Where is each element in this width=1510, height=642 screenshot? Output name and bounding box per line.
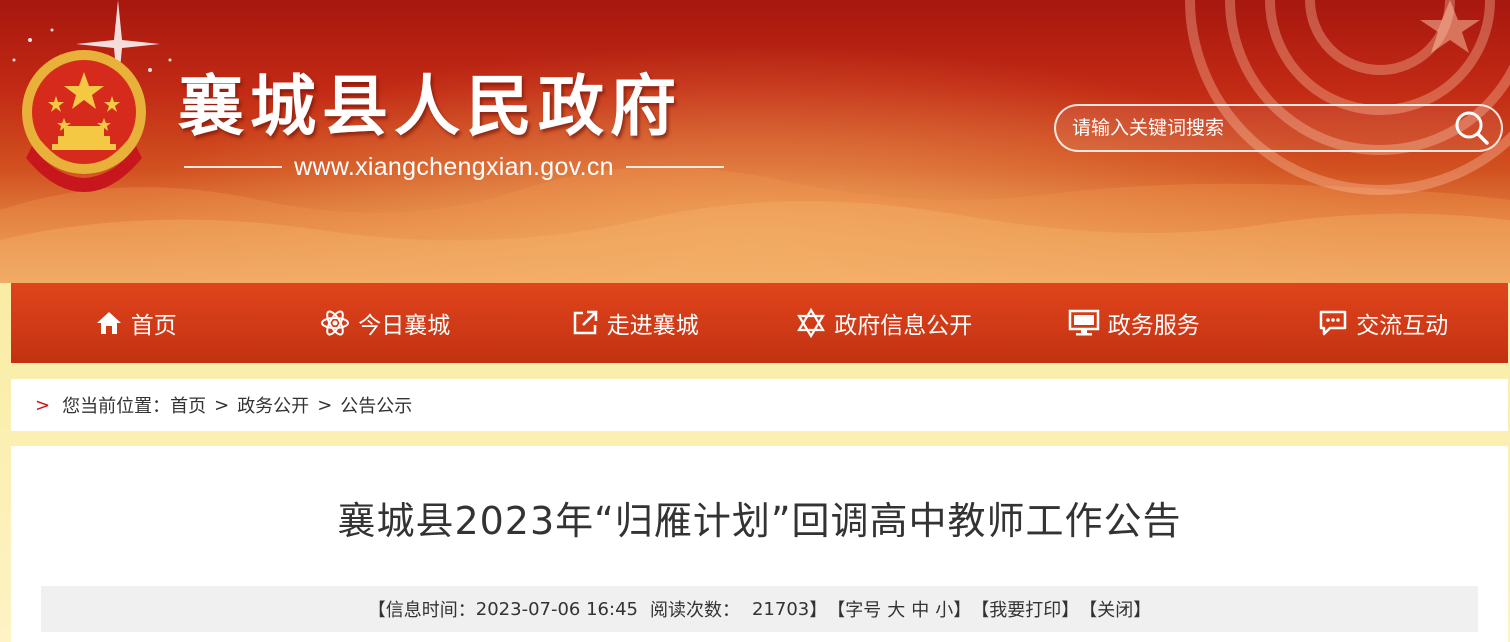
home-icon	[96, 312, 121, 334]
external-link-icon	[573, 310, 597, 335]
search-button[interactable]	[1443, 106, 1501, 150]
atom-icon	[321, 310, 350, 336]
font-size-large-button[interactable]: 大	[887, 596, 905, 622]
nav-label: 走进襄城	[606, 313, 699, 339]
close-button[interactable]: 【关闭】	[1079, 596, 1151, 622]
url-divider-right	[625, 166, 725, 168]
breadcrumb-home-link[interactable]: 首页	[170, 392, 206, 418]
chat-icon	[1320, 310, 1347, 336]
meta-views-label: 阅读次数：	[649, 600, 740, 621]
article-panel: 襄城县2023年“归雁计划”回调高中教师工作公告 【信息时间： 2023-07-…	[11, 446, 1508, 642]
nav-label: 今日襄城	[358, 313, 451, 339]
breadcrumb-separator: >	[214, 394, 230, 416]
meta-time-label: 【信息时间：	[367, 600, 476, 621]
nav-item-today[interactable]: 今日襄城	[261, 283, 511, 363]
font-size-small-button[interactable]: 小	[935, 596, 953, 622]
nav-label: 交流互动	[1356, 313, 1449, 339]
breadcrumb: > 您当前位置： 首页 > 政务公开 > 公告公示	[11, 379, 1508, 431]
nav-item-services[interactable]: 政务服务	[1009, 283, 1259, 363]
nav-item-about[interactable]: 走进襄城	[510, 283, 760, 363]
nav-label: 政务服务	[1107, 313, 1200, 339]
font-size-close: 】	[953, 600, 972, 621]
meta-time-value: 2023-07-06 16:45	[475, 598, 638, 620]
search-input[interactable]	[1056, 106, 1443, 150]
breadcrumb-arrow-icon: >	[35, 394, 51, 416]
monitor-icon	[1068, 309, 1099, 336]
url-divider-left	[184, 166, 283, 168]
meta-views-close: 】	[809, 600, 828, 621]
search-box	[1054, 104, 1503, 152]
site-title: 襄城县人民政府	[178, 67, 682, 145]
search-icon	[1455, 111, 1489, 145]
site-url: www.xiangchengxian.gov.cn	[294, 152, 614, 181]
article-meta-bar: 【信息时间： 2023-07-06 16:45 阅读次数： 21703 】 【字…	[41, 586, 1478, 632]
star-of-david-icon	[797, 308, 826, 338]
print-button[interactable]: 【我要打印】	[971, 596, 1079, 622]
site-url-row: www.xiangchengxian.gov.cn	[184, 151, 725, 183]
article-title: 襄城县2023年“归雁计划”回调高中教师工作公告	[337, 499, 1182, 543]
font-size-medium-button[interactable]: 中	[911, 596, 929, 622]
main-nav: 首页 今日襄城 走进襄城 政府信息公开 政务服务 交流互动	[11, 283, 1508, 363]
breadcrumb-separator: >	[317, 394, 333, 416]
nav-item-home[interactable]: 首页	[11, 283, 261, 363]
nav-item-gov-info[interactable]: 政府信息公开	[760, 283, 1010, 363]
site-header: 襄城县人民政府 www.xiangchengxian.gov.cn	[0, 0, 1510, 283]
meta-views-value: 21703	[751, 598, 810, 620]
national-emblem-icon	[22, 50, 146, 192]
breadcrumb-notices-link[interactable]: 公告公示	[340, 392, 412, 418]
breadcrumb-prefix: 您当前位置：	[62, 396, 171, 417]
nav-label: 首页	[130, 313, 177, 339]
font-size-label: 【字号	[827, 600, 882, 621]
nav-label: 政府信息公开	[834, 313, 973, 339]
breadcrumb-gov-affairs-link[interactable]: 政务公开	[237, 392, 309, 418]
nav-item-interaction[interactable]: 交流互动	[1259, 283, 1509, 363]
